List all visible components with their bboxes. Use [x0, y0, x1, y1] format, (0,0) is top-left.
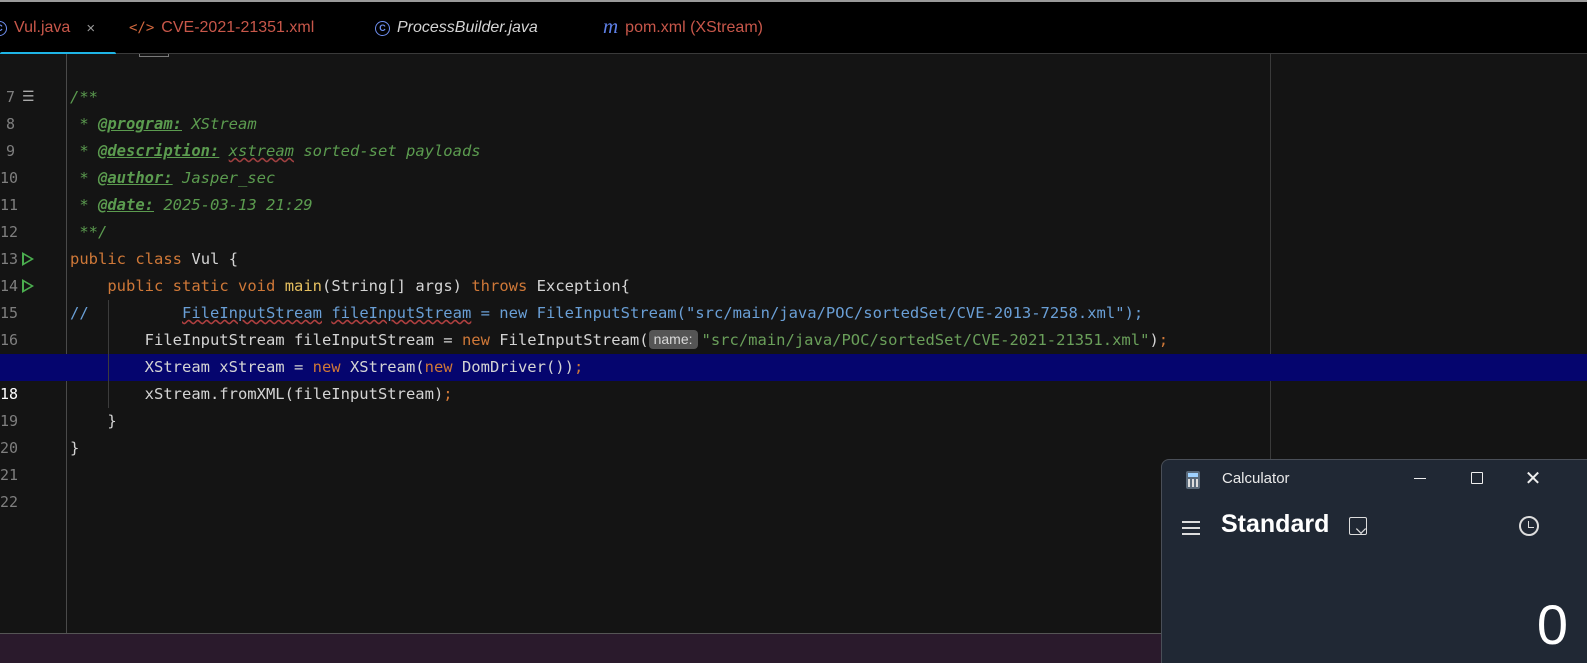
comment-star: * [70, 142, 98, 160]
commented-code: = new FileInputStream( [471, 304, 686, 322]
exception: Exception{ [527, 277, 630, 295]
calculator-window[interactable]: Calculator ✕ Standard 0 [1161, 459, 1587, 663]
maximize-icon [1471, 472, 1483, 484]
class-name: Vul [191, 250, 220, 268]
comment-text: XStream [182, 115, 257, 133]
keyword: new [312, 358, 341, 376]
code-line: 20 } [0, 408, 1587, 457]
close-icon[interactable]: × [86, 20, 95, 37]
keyword: new [424, 358, 453, 376]
constructor: FileInputStream( [489, 331, 649, 349]
javadoc-tag: @description: [98, 142, 220, 160]
close-button[interactable]: ✕ [1505, 460, 1561, 496]
declaration: FileInputStream fileInputStream = [144, 331, 462, 349]
minimize-icon [1414, 477, 1426, 479]
comment-star: * [70, 169, 98, 187]
code-line: 14 public class Vul { [0, 246, 1587, 295]
tab-pom-xml[interactable]: m pom.xml (XStream) [603, 2, 763, 54]
comment-text: 2025-03-13 21:29 [154, 196, 313, 214]
keyword: void [238, 277, 276, 295]
xml-file-icon: </> [129, 20, 155, 36]
paren: ) [1149, 331, 1159, 349]
commented-type: FileInputStream [182, 304, 322, 322]
method-call: xStream.fromXML(fileInputStream) [144, 385, 444, 403]
comment-text: sorted-set payloads [294, 142, 481, 160]
close-icon: ✕ [1524, 467, 1542, 490]
keyword: class [135, 250, 183, 268]
keyword: public [107, 277, 164, 295]
semicolon: ; [443, 385, 453, 403]
brace: } [107, 412, 117, 430]
semicolon: ; [1158, 331, 1169, 349]
indent-guide [108, 300, 109, 408]
keyword: public [70, 250, 126, 268]
constructor: XStream( [340, 358, 425, 376]
code-line: 17 FileInputStream fileInputStream = new… [0, 327, 1587, 376]
calculator-titlebar[interactable]: Calculator ✕ [1162, 460, 1587, 500]
tab-label: pom.xml (XStream) [625, 19, 763, 36]
code-line: 21 } [0, 435, 1587, 484]
line-comment-marker: // [70, 304, 89, 322]
keyword: static [172, 277, 229, 295]
run-class-icon[interactable] [22, 252, 34, 266]
tab-vul-java[interactable]: C Vul.java × [0, 2, 116, 56]
tab-label: CVE-2021-21351.xml [161, 19, 315, 36]
tab-label: ProcessBuilder.java [397, 19, 538, 36]
editor-tab-bar: C Vul.java × </> CVE-2021-21351.xml C Pr… [0, 0, 1587, 56]
commented-string: "src/main/java/POC/sortedSet/CVE-2013-72… [685, 304, 1125, 322]
calculator-title: Calculator [1222, 470, 1290, 487]
constructor: DomDriver()) [452, 358, 574, 376]
keyword: throws [471, 277, 528, 295]
code-line: 9 * @program: XStream [0, 111, 1587, 160]
comment-text: Jasper_sec [172, 169, 276, 187]
java-class-icon: C [0, 20, 7, 36]
commented-code: ); [1124, 304, 1144, 322]
javadoc-close: **/ [70, 223, 108, 241]
tab-label: Vul.java [14, 19, 71, 36]
parameter-hint: name: [648, 330, 698, 349]
code-line: 7 [0, 57, 1587, 106]
method-name: main [284, 277, 323, 295]
javadoc-open: /** [70, 88, 98, 106]
params: (String[] args) [322, 277, 472, 295]
run-main-icon[interactable] [22, 279, 34, 293]
commented-var: fileInputStream [331, 304, 472, 322]
code-line: 13 **/ [0, 219, 1587, 268]
current-line: 18 XStream xStream = new XStream(new Dom… [0, 354, 1587, 403]
brace: { [219, 250, 239, 268]
javadoc-tag: @program: [98, 115, 182, 133]
keyword: new [461, 331, 490, 349]
declaration: XStream xStream = [144, 358, 313, 376]
tab-processbuilder-java[interactable]: C ProcessBuilder.java [375, 2, 538, 54]
javadoc-tag: @date: [98, 196, 154, 214]
code-line: 10 * @description: xstream sorted-set pa… [0, 138, 1587, 187]
brace: } [70, 439, 80, 457]
java-class-icon: C [375, 20, 390, 36]
comment-star: * [70, 115, 98, 133]
maven-icon: m [603, 13, 619, 38]
line-number: 22 [0, 493, 19, 511]
code-line: 8 ☰ /** [0, 84, 1587, 133]
semicolon: ; [573, 358, 584, 376]
calculator-app-icon [1186, 471, 1200, 489]
hamburger-menu-icon[interactable] [1182, 521, 1200, 535]
minimize-button[interactable] [1392, 460, 1448, 496]
code-line: 19 xStream.fromXML(fileInputStream); [0, 381, 1587, 430]
code-line: 12 * @date: 2025-03-13 21:29 [0, 192, 1587, 241]
calculator-display: 0 [1536, 593, 1568, 656]
code-line: 16 // FileInputStream fileInputStream = … [0, 300, 1587, 349]
code-line: 11 * @author: Jasper_sec [0, 165, 1587, 214]
calculator-mode-title: Standard [1221, 510, 1330, 538]
keep-on-top-icon[interactable] [1349, 517, 1367, 535]
history-icon[interactable] [1519, 516, 1539, 536]
comment-star: * [70, 196, 98, 214]
maximize-button[interactable] [1449, 460, 1505, 496]
code-line: 15 public static void main(String[] args… [0, 273, 1587, 322]
javadoc-toggle-icon[interactable]: ☰ [22, 84, 35, 111]
string-literal: "src/main/java/POC/sortedSet/CVE-2021-21… [701, 331, 1150, 349]
typo-word[interactable]: xstream [229, 142, 294, 160]
javadoc-tag: @author: [98, 169, 173, 187]
tab-cve-xml[interactable]: </> CVE-2021-21351.xml [129, 2, 314, 54]
